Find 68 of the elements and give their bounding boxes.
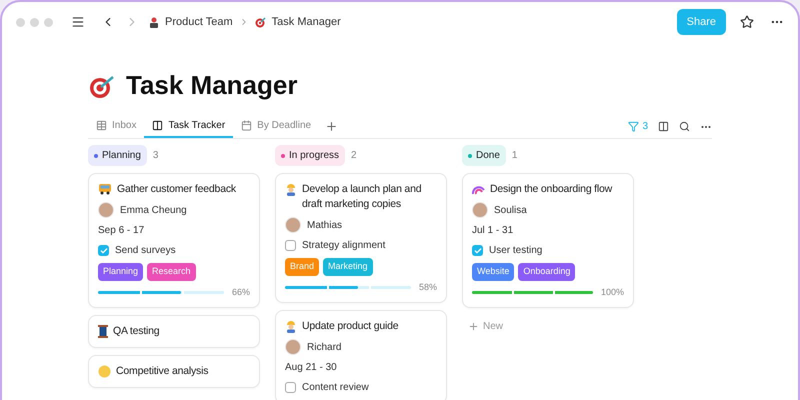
task-title: Gather customer feedback [117, 182, 236, 197]
target-icon [254, 16, 266, 28]
worker-icon [285, 183, 297, 196]
progress-percent: 58% [418, 280, 437, 294]
subtask-label: Content review [302, 381, 369, 395]
status-label: Planning [88, 145, 147, 166]
task-card[interactable]: Develop a launch plan and draft marketing copies Mathias Strategy alignment Brand Marketing 58% [275, 173, 447, 303]
task-title: Design the onboarding flow [490, 182, 612, 197]
plus-icon [468, 321, 479, 332]
task-card[interactable]: Gather customer feedback Emma Cheung Sep 6 - 17 Send surveys Planning Research 66% [88, 173, 260, 308]
star-icon[interactable] [740, 15, 754, 29]
breadcrumb-link[interactable]: Task Manager [272, 14, 341, 30]
avatar [472, 202, 488, 218]
checkbox[interactable] [285, 240, 296, 251]
person-icon [149, 16, 159, 28]
task-title: QA testing [113, 324, 160, 339]
worker-icon [285, 320, 297, 333]
assignee-name: Richard [307, 340, 342, 354]
card-count: 1 [512, 149, 518, 163]
date-range: Jul 1 - 31 [472, 224, 514, 238]
checkbox[interactable] [285, 382, 296, 393]
card-count: 3 [152, 149, 158, 163]
board-options-icon[interactable] [658, 121, 669, 132]
board-icon [152, 120, 164, 131]
task-title: Develop a launch plan and draft marketing copies [302, 182, 422, 212]
progress-percent: 100% [600, 286, 624, 298]
tag: Marketing [323, 258, 373, 276]
rainbow-icon [472, 183, 485, 195]
calendar-icon [241, 120, 252, 131]
task-card[interactable]: Update product guide Richard Aug 21 - 30 Content review [275, 310, 447, 400]
date-range: Aug 21 - 30 [285, 361, 338, 375]
avatar [98, 202, 114, 218]
tag: Planning [98, 263, 144, 280]
bus-icon [98, 183, 112, 195]
task-card[interactable]: Competitive analysis [88, 355, 260, 388]
avatar [285, 339, 301, 355]
task-title: Update product guide [302, 319, 398, 334]
assignee-name: Soulisa [494, 204, 527, 218]
add-view-icon[interactable] [325, 120, 338, 133]
task-title: Competitive analysis [116, 364, 208, 379]
breadcrumb-link[interactable]: Product Team [165, 14, 233, 30]
tag: Research [147, 263, 196, 280]
spool-icon [98, 325, 108, 338]
checkbox[interactable] [98, 245, 109, 256]
page-title: Task Manager [126, 69, 298, 102]
card-count: 2 [351, 149, 357, 163]
assignee-name: Emma Cheung [120, 204, 187, 218]
subtask-label: User testing [489, 244, 542, 258]
menu-icon[interactable] [71, 15, 85, 29]
subtask-label: Strategy alignment [302, 239, 386, 253]
task-card[interactable]: QA testing [88, 315, 260, 348]
tag: Onboarding [518, 263, 576, 280]
table-icon [96, 120, 107, 131]
status-label: In progress [275, 145, 346, 166]
view-tab[interactable]: Inbox [88, 115, 144, 138]
date-range: Sep 6 - 17 [98, 224, 146, 238]
progress-percent: 66% [232, 286, 250, 298]
tag: Website [472, 263, 514, 280]
checkbox[interactable] [472, 245, 483, 256]
view-tab[interactable]: Task Tracker [144, 115, 234, 138]
task-card[interactable]: Design the onboarding flow Soulisa Jul 1 - 31 User testing Website Onboarding 100% [462, 173, 634, 308]
assignee-name: Mathias [307, 218, 342, 232]
status-label: Done [462, 145, 506, 166]
avatar [285, 217, 301, 233]
tag: Brand [285, 258, 320, 276]
search-icon[interactable] [679, 121, 690, 132]
view-tab[interactable]: By Deadline [233, 115, 320, 138]
subtask-label: Send surveys [115, 244, 176, 258]
